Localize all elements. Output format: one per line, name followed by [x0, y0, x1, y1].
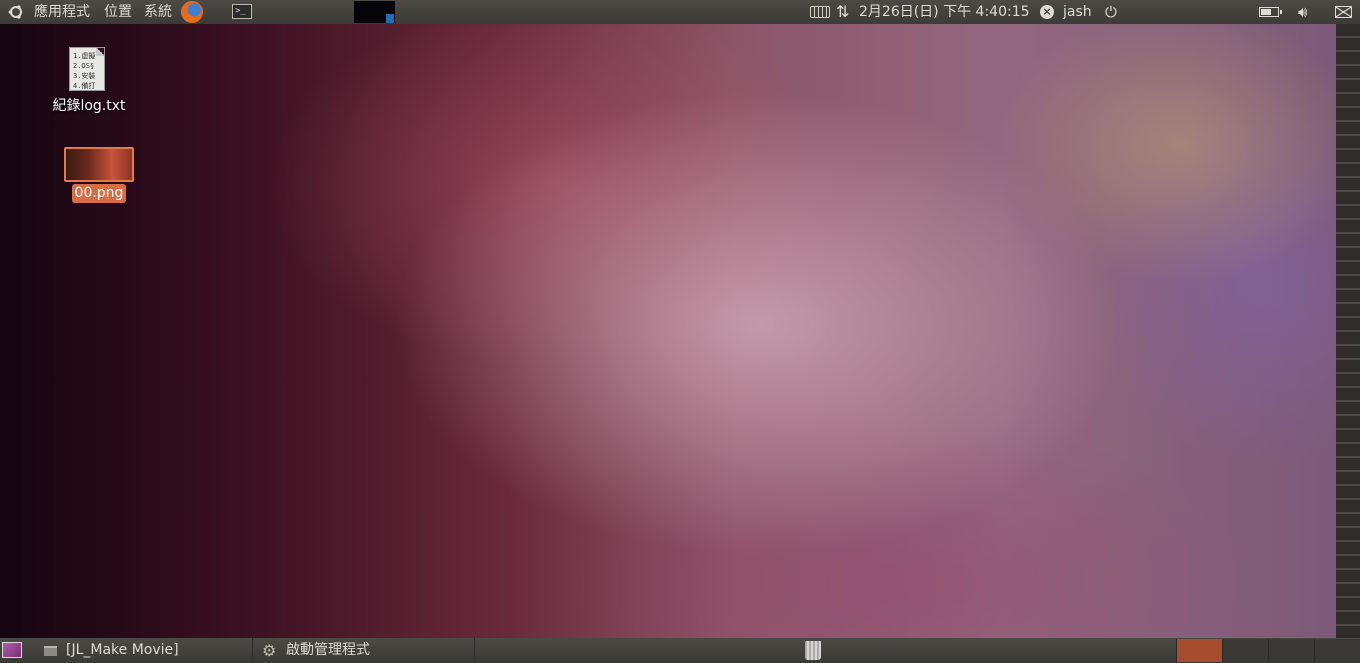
user-status-icon[interactable]: ×	[1040, 5, 1054, 19]
window-icon	[44, 646, 57, 656]
volume-icon[interactable]: 🔊︎	[1298, 0, 1307, 24]
taskbar-item-jl-make-movie[interactable]: [JL_Make Movie]	[36, 638, 253, 663]
network-icon[interactable]: ⇅	[836, 0, 849, 24]
taskbar-item-startup-manager[interactable]: ⚙ 啟動管理程式	[254, 638, 475, 663]
show-desktop-icon[interactable]	[2, 642, 22, 658]
menu-system[interactable]: 系統	[144, 0, 172, 24]
ubuntu-logo-icon[interactable]	[8, 4, 24, 20]
firefox-launcher-icon[interactable]	[181, 1, 203, 23]
image-file-thumbnail[interactable]	[64, 147, 134, 182]
top-panel: 應用程式 位置 系統 >_ ⇅ 2月26日(日) 下午 4:40:15 × ja…	[0, 0, 1360, 24]
menu-places[interactable]: 位置	[104, 0, 132, 24]
file-preview-line: 4.備打	[73, 82, 96, 90]
workspace-2[interactable]	[1222, 639, 1268, 662]
desktop-edge-strip	[1336, 24, 1360, 638]
menu-applications[interactable]: 應用程式	[34, 0, 90, 24]
bottom-panel: [JL_Make Movie] ⚙ 啟動管理程式	[0, 638, 1360, 663]
gear-icon: ⚙	[262, 641, 277, 660]
file-preview-line: 2.OS§	[73, 62, 95, 70]
image-file-label[interactable]: 00.png	[72, 184, 126, 203]
keyboard-indicator-icon[interactable]	[810, 6, 830, 18]
clock[interactable]: 2月26日(日) 下午 4:40:15	[859, 0, 1030, 24]
desktop-wallpaper[interactable]	[0, 24, 1336, 638]
mail-icon[interactable]	[1335, 6, 1352, 18]
taskbar-item-label: 啟動管理程式	[286, 642, 370, 658]
system-monitor-bar	[386, 14, 394, 23]
terminal-launcher-icon[interactable]: >_	[232, 4, 252, 19]
taskbar-item-label: [JL_Make Movie]	[66, 642, 179, 658]
username[interactable]: jash	[1063, 0, 1092, 24]
text-file-label[interactable]: 紀錄log.txt	[40, 95, 138, 115]
file-preview-line: 3.安裝	[73, 72, 96, 80]
workspace-3[interactable]	[1268, 639, 1314, 662]
trash-icon[interactable]	[805, 641, 821, 660]
system-monitor-graph[interactable]	[354, 1, 395, 23]
workspace-1[interactable]	[1176, 639, 1222, 662]
workspace-4[interactable]	[1314, 639, 1360, 662]
file-preview-line: 1.虛擬	[73, 52, 96, 60]
battery-icon[interactable]	[1259, 7, 1282, 17]
power-icon[interactable]: ⏻	[1105, 0, 1117, 24]
text-file-icon[interactable]: 1.虛擬 2.OS§ 3.安裝 4.備打	[69, 47, 105, 91]
battery-fill	[1261, 9, 1271, 15]
